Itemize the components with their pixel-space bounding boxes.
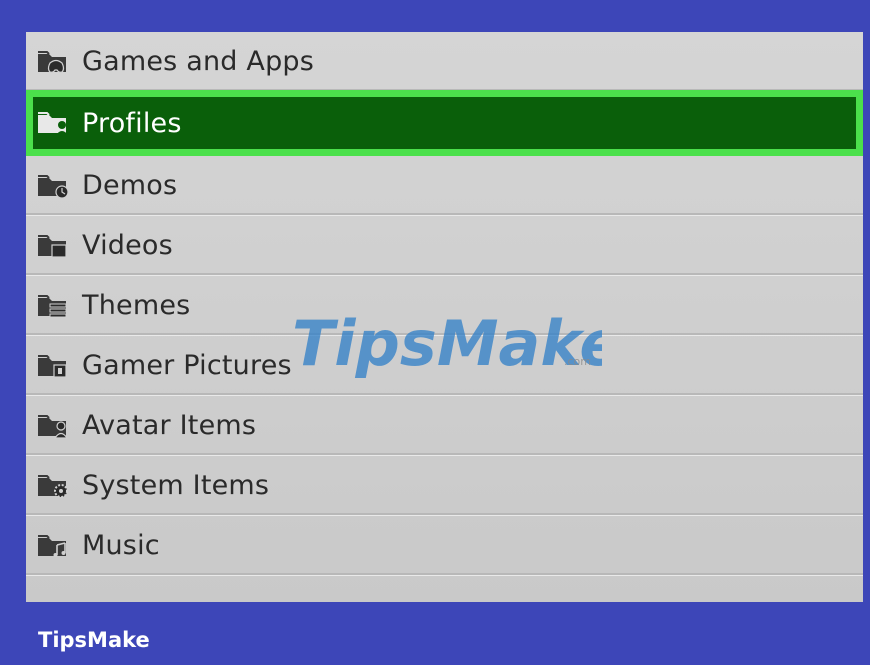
menu-item-label: Music [82, 530, 160, 561]
menu-item-profiles[interactable]: Profiles [26, 90, 863, 156]
menu-item-label: System Items [82, 470, 270, 501]
menu-item-label: Themes [82, 290, 191, 321]
menu-item-label: Avatar Items [82, 410, 257, 441]
menu-item-label: Profiles [82, 107, 182, 139]
folder-avatar-icon [36, 411, 72, 441]
folder-demo-icon [36, 171, 72, 201]
footer-brand: TipsMake [38, 628, 150, 652]
menu-item-gamer-pictures[interactable]: Gamer Pictures [26, 336, 863, 396]
folder-music-icon [36, 531, 72, 561]
folder-gear-icon [36, 471, 72, 501]
folder-theme-icon [36, 291, 72, 321]
menu-item-system-items[interactable]: System Items [26, 456, 863, 516]
folder-profile-icon [36, 108, 72, 138]
menu-item-music[interactable]: Music [26, 516, 863, 576]
menu-item-videos[interactable]: Videos [26, 216, 863, 276]
menu-item-themes[interactable]: Themes [26, 276, 863, 336]
storage-menu-panel: Games and Apps Profiles Demos Videos The… [26, 32, 863, 602]
menu-item-avatar-items[interactable]: Avatar Items [26, 396, 863, 456]
folder-picture-icon [36, 351, 72, 381]
folder-gamepad-icon [36, 47, 72, 77]
menu-item-demos[interactable]: Demos [26, 156, 863, 216]
menu-item-label: Games and Apps [82, 46, 315, 77]
folder-video-icon [36, 231, 72, 261]
menu-item-games-and-apps[interactable]: Games and Apps [26, 32, 863, 92]
menu-item-partial [26, 576, 863, 602]
menu-item-label: Demos [82, 170, 178, 201]
menu-item-label: Gamer Pictures [82, 350, 292, 381]
menu-item-label: Videos [82, 230, 173, 261]
